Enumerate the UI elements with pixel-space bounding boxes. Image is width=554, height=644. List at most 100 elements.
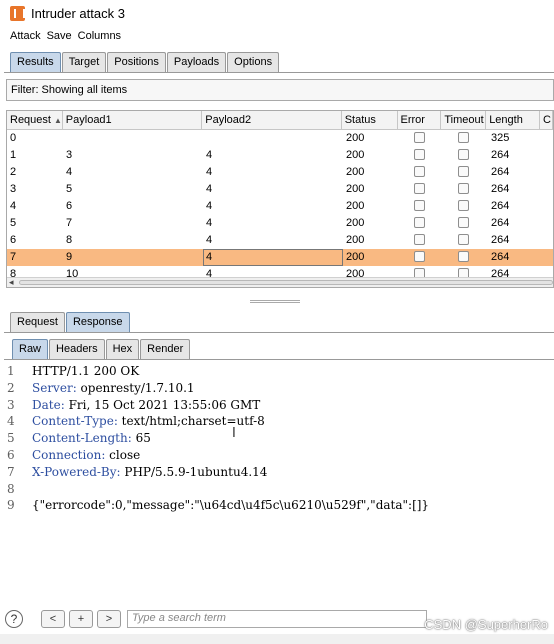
table-row[interactable]: 4 6 4 200 264 bbox=[7, 198, 553, 215]
cell-status: 200 bbox=[346, 149, 365, 161]
response-line: 9 {"errorcode":0,"message":"\u64cd\u4f5c\… bbox=[6, 497, 554, 514]
menu-attack[interactable]: Attack bbox=[10, 30, 41, 42]
tab-raw[interactable]: Raw bbox=[12, 339, 49, 360]
col-timeout[interactable]: Timeout bbox=[441, 111, 487, 129]
line-number: 8 bbox=[7, 481, 15, 496]
cell-timeout bbox=[443, 232, 488, 249]
cell-request: 4 bbox=[10, 200, 17, 212]
tab-request[interactable]: Request bbox=[10, 312, 65, 333]
cell-error bbox=[399, 147, 443, 164]
error-checkbox[interactable] bbox=[414, 234, 425, 245]
request-response-tabs: Request Response bbox=[10, 311, 130, 333]
header-name: X-Powered-By bbox=[32, 464, 117, 479]
col-request[interactable]: Request ▲ bbox=[7, 111, 63, 129]
menu-save[interactable]: Save bbox=[47, 30, 72, 42]
timeout-checkbox[interactable] bbox=[458, 217, 469, 228]
col-payload1[interactable]: Payload1 bbox=[63, 111, 203, 129]
cell-payload2: 4 bbox=[206, 166, 213, 178]
response-line: 7 X-Powered-By: PHP/5.5.9-1ubuntu4.14 bbox=[7, 464, 268, 479]
timeout-checkbox[interactable] bbox=[458, 149, 469, 160]
table-row[interactable]: 2 4 4 200 264 bbox=[7, 164, 553, 181]
tab-divider bbox=[4, 332, 554, 333]
cell-error bbox=[399, 215, 443, 232]
error-checkbox[interactable] bbox=[414, 217, 425, 228]
cell-length: 264 bbox=[491, 149, 510, 161]
col-payload2[interactable]: Payload2 bbox=[202, 111, 342, 129]
cell-payload1 bbox=[63, 130, 203, 147]
timeout-checkbox[interactable] bbox=[458, 200, 469, 211]
pane-splitter[interactable] bbox=[250, 300, 300, 303]
table-row[interactable]: 7 9 4 200 264 bbox=[7, 249, 553, 266]
cell-payload1: 3 bbox=[66, 149, 73, 161]
tab-options[interactable]: Options bbox=[227, 52, 280, 73]
col-length[interactable]: Length bbox=[486, 111, 540, 129]
search-input[interactable]: Type a search term bbox=[127, 610, 427, 628]
burp-app-icon bbox=[10, 5, 25, 21]
cell-length: 264 bbox=[491, 200, 510, 212]
tab-render[interactable]: Render bbox=[140, 339, 191, 360]
header-value: 65 bbox=[131, 431, 151, 446]
filter-bar[interactable]: Filter: Showing all items bbox=[6, 79, 554, 101]
table-row[interactable]: 5 7 4 200 264 bbox=[7, 215, 553, 232]
timeout-checkbox[interactable] bbox=[458, 234, 469, 245]
cell-status: 200 bbox=[346, 217, 365, 229]
table-row[interactable]: 6 8 4 200 264 bbox=[7, 232, 553, 249]
line-number: 3 bbox=[7, 397, 15, 412]
header-name: Server bbox=[32, 380, 73, 395]
tab-results[interactable]: Results bbox=[10, 52, 61, 73]
horizontal-scrollbar[interactable]: ◂ bbox=[7, 277, 553, 287]
table-row[interactable]: 0 200 325 bbox=[7, 130, 553, 147]
scroll-left-icon[interactable]: ◂ bbox=[9, 277, 14, 287]
cell-request: 0 bbox=[10, 132, 17, 144]
tab-target[interactable]: Target bbox=[61, 52, 107, 73]
timeout-checkbox[interactable] bbox=[458, 183, 469, 194]
cell-timeout bbox=[443, 181, 488, 198]
help-icon[interactable]: ? bbox=[5, 610, 23, 628]
error-checkbox[interactable] bbox=[414, 251, 425, 262]
cell-length: 264 bbox=[491, 183, 510, 195]
table-row[interactable]: 1 3 4 200 264 bbox=[7, 147, 553, 164]
tab-hex[interactable]: Hex bbox=[105, 339, 140, 360]
response-line: 1 HTTP/1.1 200 OK bbox=[6, 363, 554, 380]
timeout-checkbox[interactable] bbox=[458, 251, 469, 262]
tab-divider bbox=[4, 359, 554, 360]
error-checkbox[interactable] bbox=[414, 200, 425, 211]
cell-error bbox=[399, 164, 443, 181]
tab-headers[interactable]: Headers bbox=[49, 339, 105, 360]
add-button[interactable]: + bbox=[69, 610, 93, 628]
cell-status: 200 bbox=[346, 200, 365, 212]
table-row[interactable]: 3 5 4 200 264 bbox=[7, 181, 553, 198]
timeout-checkbox[interactable] bbox=[458, 132, 469, 143]
response-editor[interactable]: I 1 HTTP/1.1 200 OK 2 Server: openresty/1.7… bbox=[6, 363, 554, 603]
error-checkbox[interactable] bbox=[414, 132, 425, 143]
header-value: PHP/5.5.9-1ubuntu4.14 bbox=[120, 464, 268, 479]
col-error[interactable]: Error bbox=[398, 111, 442, 129]
tab-positions[interactable]: Positions bbox=[107, 52, 166, 73]
line-number: 2 bbox=[7, 380, 15, 395]
previous-button[interactable]: < bbox=[41, 610, 65, 628]
attack-tabs: Results Target Positions Payloads Option… bbox=[10, 51, 280, 73]
line-number: 9 bbox=[7, 498, 15, 513]
error-checkbox[interactable] bbox=[414, 149, 425, 160]
window-title: Intruder attack 3 bbox=[31, 5, 125, 21]
timeout-checkbox[interactable] bbox=[458, 166, 469, 177]
col-status[interactable]: Status bbox=[342, 111, 398, 129]
header-name: Content-Length bbox=[32, 431, 128, 446]
header-value: openresty/1.7.10.1 bbox=[76, 380, 195, 395]
line-number: 6 bbox=[7, 447, 15, 462]
next-button[interactable]: > bbox=[97, 610, 121, 628]
cell-error bbox=[399, 232, 443, 249]
error-checkbox[interactable] bbox=[414, 183, 425, 194]
cell-payload2: 4 bbox=[206, 200, 213, 212]
error-checkbox[interactable] bbox=[414, 166, 425, 177]
tab-payloads[interactable]: Payloads bbox=[166, 52, 227, 73]
col-comment[interactable]: C bbox=[540, 111, 553, 129]
cell-request: 6 bbox=[10, 234, 17, 246]
cell-status: 200 bbox=[346, 251, 365, 263]
table-header: Request ▲ Payload1 Payload2 Status Error… bbox=[7, 111, 553, 130]
scrollbar-thumb[interactable] bbox=[19, 280, 553, 285]
tab-response[interactable]: Response bbox=[65, 312, 130, 333]
menu-bar: Attack Save Columns bbox=[0, 27, 554, 45]
menu-columns[interactable]: Columns bbox=[78, 30, 121, 42]
response-line: 8 bbox=[6, 481, 554, 498]
